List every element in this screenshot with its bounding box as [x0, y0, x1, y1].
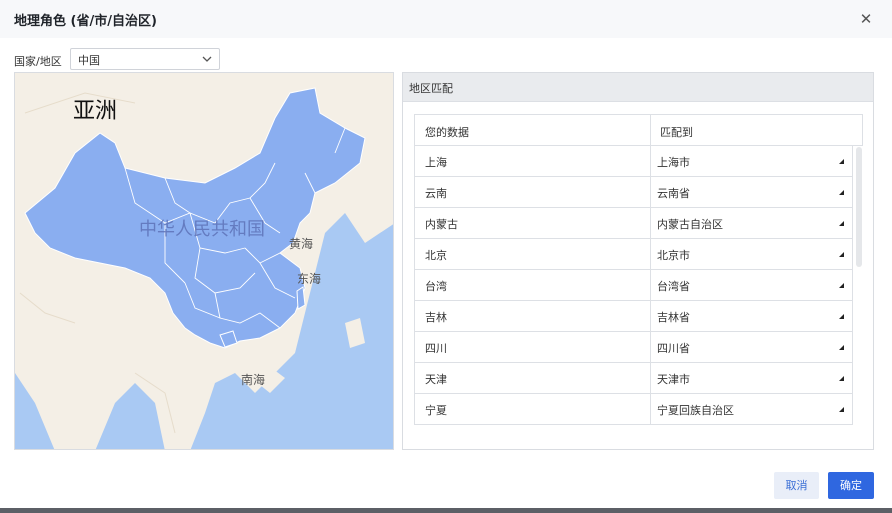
column-divider: [650, 208, 651, 238]
land-island: [345, 318, 365, 348]
row-data-cell: 云南: [425, 187, 447, 200]
dropdown-triangle-icon[interactable]: [839, 314, 844, 319]
chevron-down-icon: [202, 56, 212, 62]
table-row: 上海 上海市: [414, 146, 853, 177]
taiwan-region: [296, 286, 306, 310]
dialog-header: 地理角色 (省/市/自治区) ✕: [0, 0, 892, 38]
country-label: 国家/地区: [14, 55, 62, 68]
column-divider: [650, 146, 651, 176]
column-divider: [650, 332, 651, 362]
row-match-select[interactable]: 北京市: [657, 247, 690, 263]
row-data-cell: 天津: [425, 373, 447, 386]
table-row: 北京 北京市: [414, 239, 853, 270]
row-data-cell: 上海: [425, 156, 447, 169]
dropdown-triangle-icon[interactable]: [839, 376, 844, 381]
country-select[interactable]: 中国: [70, 48, 220, 70]
row-data-cell: 内蒙古: [425, 218, 458, 231]
close-icon[interactable]: ✕: [856, 9, 876, 29]
panel-title: 地区匹配: [409, 82, 453, 95]
row-match-select[interactable]: 四川省: [657, 340, 690, 356]
dropdown-triangle-icon[interactable]: [839, 159, 844, 164]
row-data-cell: 宁夏: [425, 404, 447, 417]
row-match-select[interactable]: 内蒙古自治区: [657, 216, 723, 232]
row-data-cell: 吉林: [425, 311, 447, 324]
table-row: 四川 四川省: [414, 332, 853, 363]
row-match-select[interactable]: 上海市: [657, 154, 690, 170]
dropdown-triangle-icon[interactable]: [839, 190, 844, 195]
column-divider: [650, 270, 651, 300]
ok-button[interactable]: 确定: [828, 472, 874, 499]
dropdown-triangle-icon[interactable]: [839, 407, 844, 412]
table-row: 云南 云南省: [414, 177, 853, 208]
row-match-select[interactable]: 云南省: [657, 185, 690, 201]
dropdown-triangle-icon[interactable]: [839, 221, 844, 226]
column-divider: [650, 115, 651, 145]
table-row: 台湾 台湾省: [414, 270, 853, 301]
table-row: 宁夏 宁夏回族自治区: [414, 394, 853, 425]
row-data-cell: 北京: [425, 249, 447, 262]
column-divider: [650, 363, 651, 393]
row-data-cell: 四川: [425, 342, 447, 355]
table-header: 您的数据 匹配到: [414, 114, 863, 146]
dropdown-triangle-icon[interactable]: [839, 345, 844, 350]
column-divider: [650, 394, 651, 424]
region-match-panel: 地区匹配 您的数据 匹配到 上海 上海市云南 云南省内蒙古 内蒙古自治区北京 北京市台湾…: [402, 72, 874, 450]
map-label-yellow-sea: 黄海: [289, 237, 314, 251]
geo-role-dialog: 地理角色 (省/市/自治区) ✕ 国家/地区 中国 亚洲 中华人民共和国 黄海 …: [0, 0, 892, 513]
row-data-cell: 台湾: [425, 280, 447, 293]
dialog-title: 地理角色 (省/市/自治区): [14, 14, 157, 29]
column-header-match: 匹配到: [660, 126, 693, 139]
row-match-select[interactable]: 台湾省: [657, 278, 690, 294]
column-divider: [650, 301, 651, 331]
country-select-value: 中国: [78, 54, 100, 67]
cancel-button[interactable]: 取消: [774, 472, 819, 499]
map-canvas: [15, 73, 393, 449]
table-row: 内蒙古 内蒙古自治区: [414, 208, 853, 239]
map-label-country: 中华人民共和国: [139, 219, 265, 240]
background-strip: [0, 508, 892, 513]
map-label-east-sea: 东海: [297, 272, 322, 286]
map-view[interactable]: 亚洲 中华人民共和国 黄海 东海 南海: [14, 72, 394, 450]
row-match-select[interactable]: 宁夏回族自治区: [657, 402, 734, 418]
column-divider: [650, 239, 651, 269]
table-body[interactable]: 上海 上海市云南 云南省内蒙古 内蒙古自治区北京 北京市台湾 台湾省吉林 吉林省四川 四川省天…: [414, 146, 854, 451]
column-divider: [650, 177, 651, 207]
table-scrollbar[interactable]: [856, 147, 862, 267]
panel-header: 地区匹配: [403, 73, 873, 102]
row-match-select[interactable]: 吉林省: [657, 309, 690, 325]
dropdown-triangle-icon[interactable]: [839, 252, 844, 257]
table-row: 天津 天津市: [414, 363, 853, 394]
map-label-asia: 亚洲: [73, 99, 118, 124]
row-match-select[interactable]: 天津市: [657, 371, 690, 387]
map-label-south-sea: 南海: [241, 373, 266, 387]
dropdown-triangle-icon[interactable]: [839, 283, 844, 288]
column-header-your-data: 您的数据: [425, 126, 469, 139]
table-row: 吉林 吉林省: [414, 301, 853, 332]
